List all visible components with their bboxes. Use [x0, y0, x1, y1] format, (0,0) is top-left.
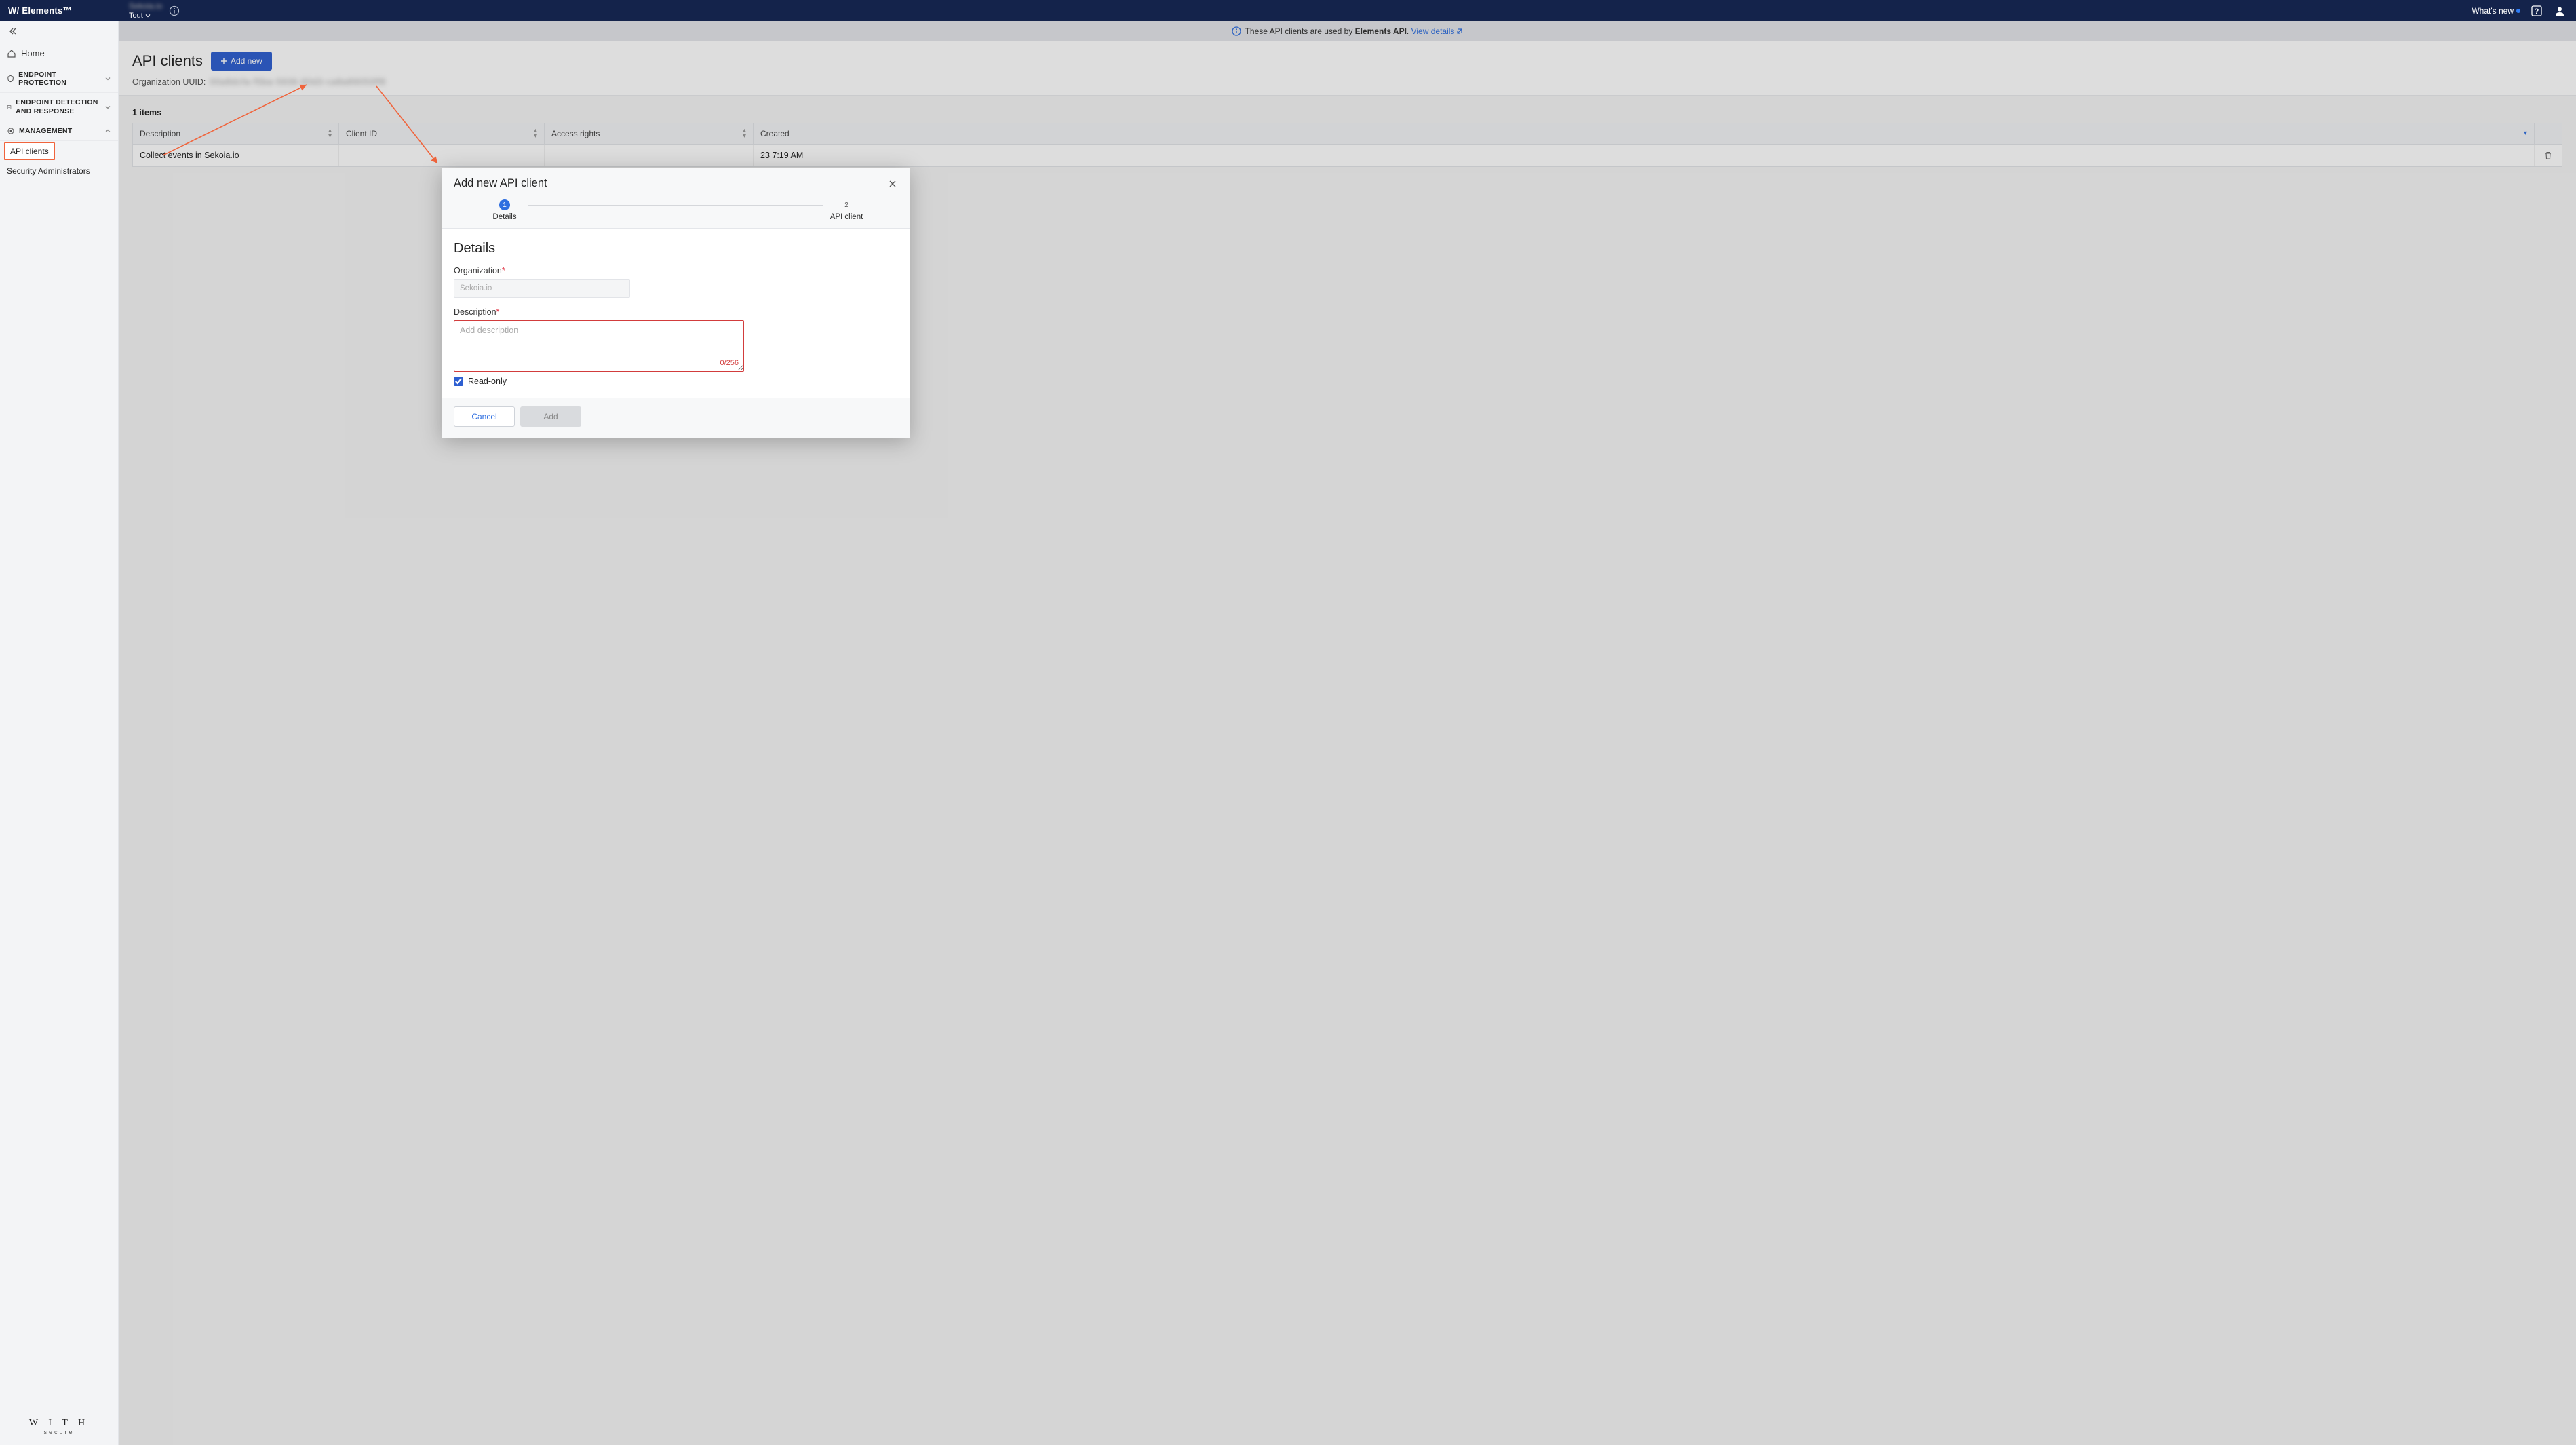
add-button[interactable]: Add — [520, 406, 581, 427]
cancel-button[interactable]: Cancel — [454, 406, 515, 427]
scope-dropdown[interactable]: Tout — [129, 12, 162, 20]
radar-icon — [7, 103, 12, 111]
step-2: 2 API client — [823, 199, 870, 221]
readonly-checkbox-row[interactable]: Read-only — [454, 377, 897, 386]
scope-info-icon[interactable] — [168, 4, 181, 18]
stepper: 1 Details 2 API client — [481, 199, 870, 228]
close-icon — [888, 179, 897, 189]
description-field-label: Description* — [454, 307, 897, 317]
sidebar-item-security-admins[interactable]: Security Administrators — [0, 161, 118, 180]
readonly-checkbox[interactable] — [454, 377, 463, 386]
notification-dot-icon — [2516, 9, 2520, 13]
whats-new-link[interactable]: What's new — [2472, 6, 2520, 16]
sidebar-item-api-clients[interactable]: API clients — [4, 142, 55, 160]
close-modal-button[interactable] — [888, 179, 897, 189]
description-textarea[interactable] — [454, 320, 744, 372]
svg-text:?: ? — [2535, 7, 2539, 16]
modal-title: Add new API client — [454, 177, 547, 190]
sidebar-collapse-button[interactable] — [0, 21, 118, 41]
sidebar-section-management[interactable]: MANAGEMENT — [0, 121, 118, 141]
gear-icon — [7, 127, 15, 135]
modal-section-title: Details — [454, 241, 897, 256]
add-api-client-modal: Add new API client 1 Details 2 API clien… — [442, 168, 910, 438]
sidebar: Home ENDPOINT PROTECTION ENDPOINT DETECT… — [0, 21, 119, 1445]
sidebar-footer-logo: W I T H secure — [0, 1408, 118, 1445]
home-icon — [7, 49, 16, 58]
shield-icon — [7, 75, 14, 83]
brand-logo: W/ Elements™ — [8, 5, 72, 16]
chevron-double-left-icon — [8, 26, 18, 36]
step-1: 1 Details — [481, 199, 528, 221]
org-field-label: Organization* — [454, 266, 897, 275]
sidebar-item-home[interactable]: Home — [0, 41, 118, 65]
sidebar-section-endpoint-protection[interactable]: ENDPOINT PROTECTION — [0, 65, 118, 93]
chevron-down-icon — [104, 75, 111, 82]
help-icon[interactable]: ? — [2530, 4, 2543, 18]
user-menu-icon[interactable] — [2553, 4, 2567, 18]
top-bar: W/ Elements™ Sekoia.io Tout What's new ? — [0, 0, 2576, 21]
chevron-up-icon — [104, 128, 111, 134]
content-area: These API clients are used by Elements A… — [119, 21, 2576, 1445]
scope-name: Sekoia.io — [129, 1, 162, 11]
organization-input — [454, 279, 630, 298]
sidebar-section-edr[interactable]: ENDPOINT DETECTION AND RESPONSE — [0, 93, 118, 121]
chevron-down-icon — [104, 104, 111, 111]
chevron-down-icon — [145, 13, 151, 18]
